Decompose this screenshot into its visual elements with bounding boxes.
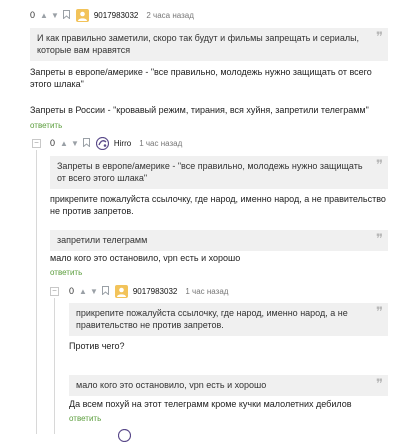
- collapse-toggle[interactable]: −: [50, 287, 59, 296]
- thread-line[interactable]: [36, 150, 37, 434]
- comment-time[interactable]: 1 час назад: [185, 287, 228, 296]
- reply-link[interactable]: ответить: [69, 414, 101, 423]
- quote-text: Запреты в европе/америке - "все правильн…: [57, 161, 363, 183]
- quote-icon: ❞: [376, 232, 383, 247]
- comment-text: Запреты в европе/америке - "все правильн…: [30, 67, 372, 89]
- comment-quote: запретили телеграмм ❞: [50, 230, 388, 251]
- comment-score: 0: [30, 10, 36, 20]
- reply-link[interactable]: ответить: [30, 121, 62, 130]
- default-avatar-icon[interactable]: [117, 428, 132, 442]
- quote-icon: ❞: [376, 377, 383, 392]
- comment-username[interactable]: 9017983032: [133, 287, 178, 296]
- default-avatar-icon[interactable]: [114, 284, 128, 298]
- quote-icon: ❞: [376, 305, 383, 320]
- quote-icon: ❞: [376, 158, 383, 173]
- comment-quote: прикрепите пожалуйста ссылочку, где наро…: [69, 303, 388, 336]
- quote-text: И как правильно заметили, скоро так буду…: [37, 33, 360, 55]
- collapse-toggle[interactable]: −: [32, 139, 41, 148]
- hirro-logo-icon[interactable]: [95, 136, 109, 150]
- comment-text: Против чего?: [69, 341, 125, 351]
- quote-text: мало кого это остановило, vpn есть и хор…: [76, 380, 267, 390]
- bookmark-icon[interactable]: [62, 9, 70, 21]
- reply-link[interactable]: ответить: [50, 268, 82, 277]
- arrow-down-icon[interactable]: ▼: [51, 11, 59, 20]
- bookmark-icon[interactable]: [101, 285, 109, 297]
- arrow-down-icon[interactable]: ▼: [90, 287, 98, 296]
- default-avatar-icon[interactable]: [75, 8, 89, 22]
- comment-username[interactable]: 9017983032: [94, 11, 139, 20]
- comments-thread: 0 ▲ ▼ 9017983032 2 часа назад И как прав…: [0, 0, 400, 442]
- comment-header: 0 ▲ ▼ 9017983032 2 часа назад: [30, 8, 194, 22]
- arrow-down-icon[interactable]: ▼: [71, 139, 79, 148]
- quote-text: запретили телеграмм: [57, 235, 148, 245]
- comment-username[interactable]: Hirro: [114, 139, 131, 148]
- thread-line[interactable]: [54, 298, 55, 434]
- comment-time[interactable]: 2 часа назад: [146, 11, 194, 20]
- comment-header: 0 ▲ ▼ 9017983032 1 час назад: [69, 284, 228, 298]
- bookmark-icon[interactable]: [82, 137, 90, 149]
- arrow-up-icon[interactable]: ▲: [60, 139, 68, 148]
- comment-quote: И как правильно заметили, скоро так буду…: [30, 28, 388, 61]
- comment-quote: Запреты в европе/америке - "все правильн…: [50, 156, 388, 189]
- quote-icon: ❞: [376, 30, 383, 45]
- comment-score: 0: [50, 138, 56, 148]
- comment-header-partial: [117, 428, 132, 442]
- comment-text: Да всем похуй на этот телеграмм кроме ку…: [69, 399, 352, 409]
- comment-text: мало кого это остановило, vpn есть и хор…: [50, 253, 241, 263]
- comment-text: прикрепите пожалуйста ссылочку, где наро…: [50, 194, 386, 216]
- quote-text: прикрепите пожалуйста ссылочку, где наро…: [76, 308, 348, 330]
- comment-quote: мало кого это остановило, vpn есть и хор…: [69, 375, 388, 396]
- comment-score: 0: [69, 286, 75, 296]
- arrow-up-icon[interactable]: ▲: [79, 287, 87, 296]
- comment-time[interactable]: 1 час назад: [139, 139, 182, 148]
- comment-header: 0 ▲ ▼ Hirro 1 час назад: [50, 136, 182, 150]
- arrow-up-icon[interactable]: ▲: [40, 11, 48, 20]
- comment-text: Запреты в России - "кровавый режим, тира…: [30, 105, 369, 115]
